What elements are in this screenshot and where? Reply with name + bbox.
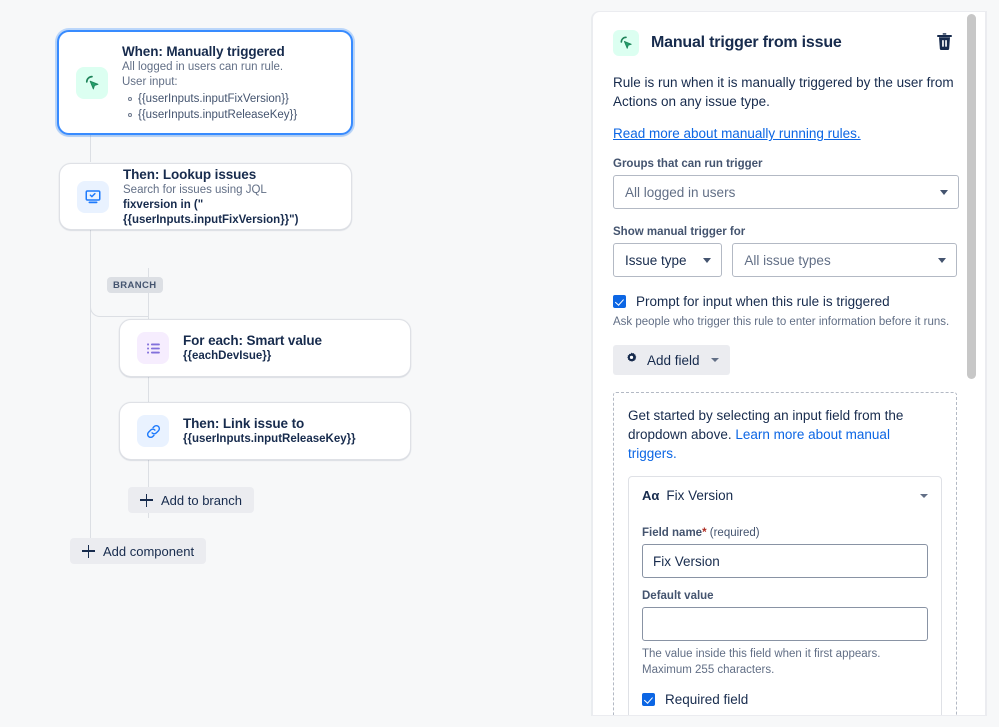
list-item: {{userInputs.inputFixVersion}} xyxy=(127,91,297,107)
list-item: {{userInputs.inputReleaseKey}} xyxy=(127,108,298,121)
node-title: When: Manually triggered xyxy=(122,43,285,59)
required-text: (required) xyxy=(709,527,760,539)
text-field-type-icon: Aα xyxy=(642,488,660,503)
lookup-issues-icon xyxy=(77,180,109,213)
groups-label: Groups that can run trigger xyxy=(613,158,763,170)
prompt-for-input-row: Prompt for input when this rule is trigg… xyxy=(613,294,957,309)
list-icon xyxy=(137,332,169,364)
panel-divider xyxy=(985,12,986,715)
node-when-manually-triggered[interactable]: When: Manually triggered All logged in u… xyxy=(57,30,353,135)
groups-select[interactable]: All logged in users xyxy=(613,175,959,209)
trigger-type-value: All issue types xyxy=(744,252,831,268)
connector-foreach-to-link xyxy=(148,375,149,403)
trigger-scope-value: Issue type xyxy=(625,252,687,268)
add-to-branch-label: Add to branch xyxy=(161,492,242,508)
node-title: Then: Lookup issues xyxy=(123,166,257,182)
node-title: Then: Link issue to xyxy=(183,416,305,431)
connector-lookup-to-branchpoint xyxy=(90,230,91,258)
add-component-button[interactable]: Add component xyxy=(70,538,207,564)
branch-chip: BRANCH xyxy=(107,277,163,293)
prompt-help-text: Ask people who trigger this rule to ente… xyxy=(613,316,950,328)
node-smart-value: {{userInputs.inputReleaseKey}} xyxy=(183,433,356,445)
chevron-down-icon xyxy=(920,493,928,498)
panel-scroll-content: Manual trigger from issue Rule is run wh… xyxy=(593,12,979,715)
chevron-down-icon xyxy=(938,257,946,263)
node-content: For each: Smart value {{eachDevIsue}} xyxy=(183,332,334,364)
panel-header: Manual trigger from issue xyxy=(613,29,957,57)
chevron-down-icon xyxy=(940,189,948,195)
node-content: When: Manually triggered All logged in u… xyxy=(122,43,309,123)
required-field-label: Required field xyxy=(665,692,749,707)
link-icon xyxy=(137,415,169,447)
node-subtitle: Search for issues using JQL xyxy=(123,183,267,196)
trigger-scope-row: Issue type All issue types xyxy=(613,243,957,277)
field-card-body: Field name* (required) Default value The… xyxy=(629,514,941,715)
trigger-type-select[interactable]: All issue types xyxy=(732,243,957,277)
groups-select-value: All logged in users xyxy=(625,184,736,200)
rule-canvas: When: Manually triggered All logged in u… xyxy=(0,0,592,727)
delete-trigger-button[interactable] xyxy=(932,29,957,57)
default-value-label: Default value xyxy=(642,590,714,602)
default-value-help: The value inside this field when it firs… xyxy=(642,648,881,676)
trigger-scope-select[interactable]: Issue type xyxy=(613,243,723,277)
node-title: For each: Smart value xyxy=(183,333,322,348)
prompt-for-input-label: Prompt for input when this rule is trigg… xyxy=(636,294,890,309)
node-then-lookup-issues[interactable]: Then: Lookup issues Search for issues us… xyxy=(59,163,352,230)
read-more-link[interactable]: Read more about manually running rules. xyxy=(613,126,861,141)
chevron-down-icon xyxy=(703,257,712,263)
field-name-input[interactable] xyxy=(642,544,928,578)
trash-icon xyxy=(934,31,955,55)
trigger-details-panel: Manual trigger from issue Rule is run wh… xyxy=(592,11,987,716)
chevron-down-icon xyxy=(710,358,719,362)
required-marker: * xyxy=(702,527,707,539)
manual-trigger-fields-container: Get started by selecting an input field … xyxy=(613,392,957,715)
panel-scrollbar-thumb[interactable] xyxy=(967,14,976,379)
field-card-fix-version: Aα Fix Version Field name* (required) De… xyxy=(628,476,942,715)
trigger-description: Rule is run when it is manually triggere… xyxy=(613,75,954,109)
node-user-input-list: {{userInputs.inputFixVersion}} {{userInp… xyxy=(122,91,297,123)
field-name-label-text: Field name xyxy=(642,527,703,539)
prompt-for-input-checkbox[interactable] xyxy=(613,295,626,308)
gear-icon xyxy=(624,351,639,369)
cursor-click-icon xyxy=(613,30,639,56)
page-title: Manual trigger from issue xyxy=(651,34,842,51)
default-value-input[interactable] xyxy=(642,607,928,641)
required-field-row: Required field xyxy=(642,692,928,707)
add-component-label: Add component xyxy=(103,543,195,559)
required-field-checkbox[interactable] xyxy=(642,693,655,706)
node-content: Then: Link issue to {{userInputs.inputRe… xyxy=(183,415,368,447)
add-field-label: Add field xyxy=(647,352,700,368)
node-subtitle: All logged in users can run rule. xyxy=(122,60,284,73)
node-user-input-label: User input: xyxy=(122,75,178,88)
cursor-click-icon xyxy=(76,66,108,99)
node-content: Then: Lookup issues Search for issues us… xyxy=(123,166,351,228)
add-to-branch-button[interactable]: Add to branch xyxy=(128,487,254,513)
connector-main-vertical xyxy=(90,258,91,540)
field-card-header[interactable]: Aα Fix Version xyxy=(629,477,941,514)
plus-icon xyxy=(140,493,153,507)
node-then-link-issue-to[interactable]: Then: Link issue to {{userInputs.inputRe… xyxy=(119,402,411,460)
show-manual-trigger-label: Show manual trigger for xyxy=(613,226,746,238)
node-jql: fixversion in ("{{userInputs.inputFixVer… xyxy=(123,198,299,226)
empty-state-text: Get started by selecting an input field … xyxy=(628,406,942,463)
field-name-label: Field name* (required) xyxy=(642,527,928,539)
node-smart-value: {{eachDevIsue}} xyxy=(183,350,272,362)
plus-icon xyxy=(82,544,95,558)
node-for-each-smart-value[interactable]: For each: Smart value {{eachDevIsue}} xyxy=(119,319,411,377)
panel-scrollbar-track[interactable] xyxy=(967,12,976,715)
field-card-title: Fix Version xyxy=(666,488,734,503)
add-field-button[interactable]: Add field xyxy=(613,345,730,375)
connector-trigger-to-lookup xyxy=(90,134,91,162)
